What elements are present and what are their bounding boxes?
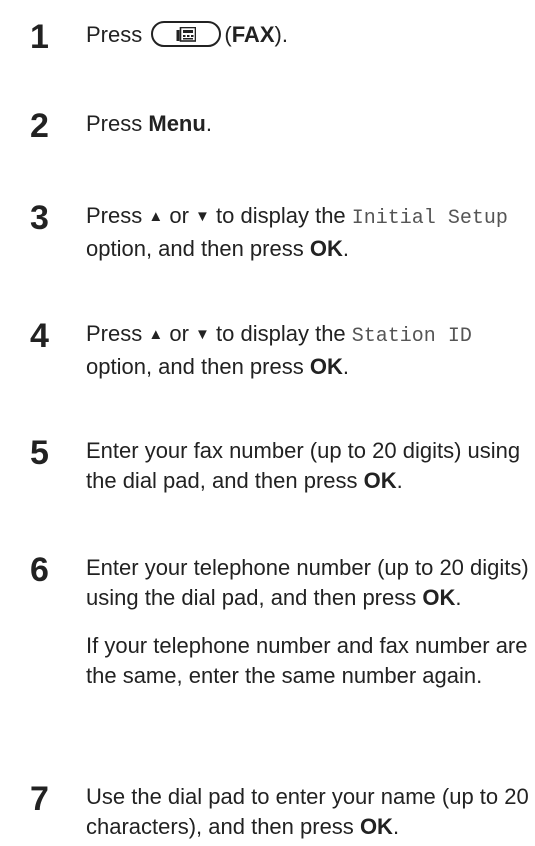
- step-number: 3: [30, 199, 49, 237]
- step-text: Use the dial pad to enter your name (up …: [86, 784, 529, 839]
- menu-key-label: Menu: [148, 111, 206, 136]
- step-number: 7: [30, 780, 49, 818]
- ok-key-label: OK: [309, 236, 343, 261]
- option-code: Station ID: [351, 325, 472, 348]
- ok-key-label: OK: [309, 354, 343, 379]
- step-text: Enter your telephone number (up to 20 di…: [86, 553, 529, 691]
- down-arrow-icon: ▼: [195, 208, 210, 225]
- fax-machine-icon: [176, 27, 197, 42]
- ok-key-label: OK: [363, 468, 397, 493]
- ok-key-label: OK: [422, 585, 456, 610]
- step-number: 1: [30, 18, 49, 56]
- step-note: If your telephone number and fax number …: [86, 633, 528, 688]
- step-number: 2: [30, 107, 49, 145]
- option-code: Initial Setup: [351, 207, 508, 230]
- step-text: Enter your fax number (up to 20 digits) …: [86, 438, 521, 493]
- step-text: Press Menu.: [86, 111, 212, 136]
- step-text: Press (FAX).: [86, 21, 288, 47]
- step-number: 4: [30, 317, 49, 355]
- step-number: 5: [30, 434, 49, 472]
- up-arrow-icon: ▲: [148, 326, 164, 343]
- up-arrow-icon: ▲: [148, 208, 164, 225]
- down-arrow-icon: ▼: [195, 326, 210, 343]
- step-number: 6: [30, 551, 49, 589]
- step-text: Press ▲ or ▼ to display the Station ID o…: [86, 321, 472, 379]
- ok-key-label: OK: [359, 814, 393, 839]
- fax-key-label: FAX: [231, 22, 275, 47]
- fax-key-icon: [151, 21, 222, 47]
- step-text: Press ▲ or ▼ to display the Initial Setu…: [86, 203, 508, 261]
